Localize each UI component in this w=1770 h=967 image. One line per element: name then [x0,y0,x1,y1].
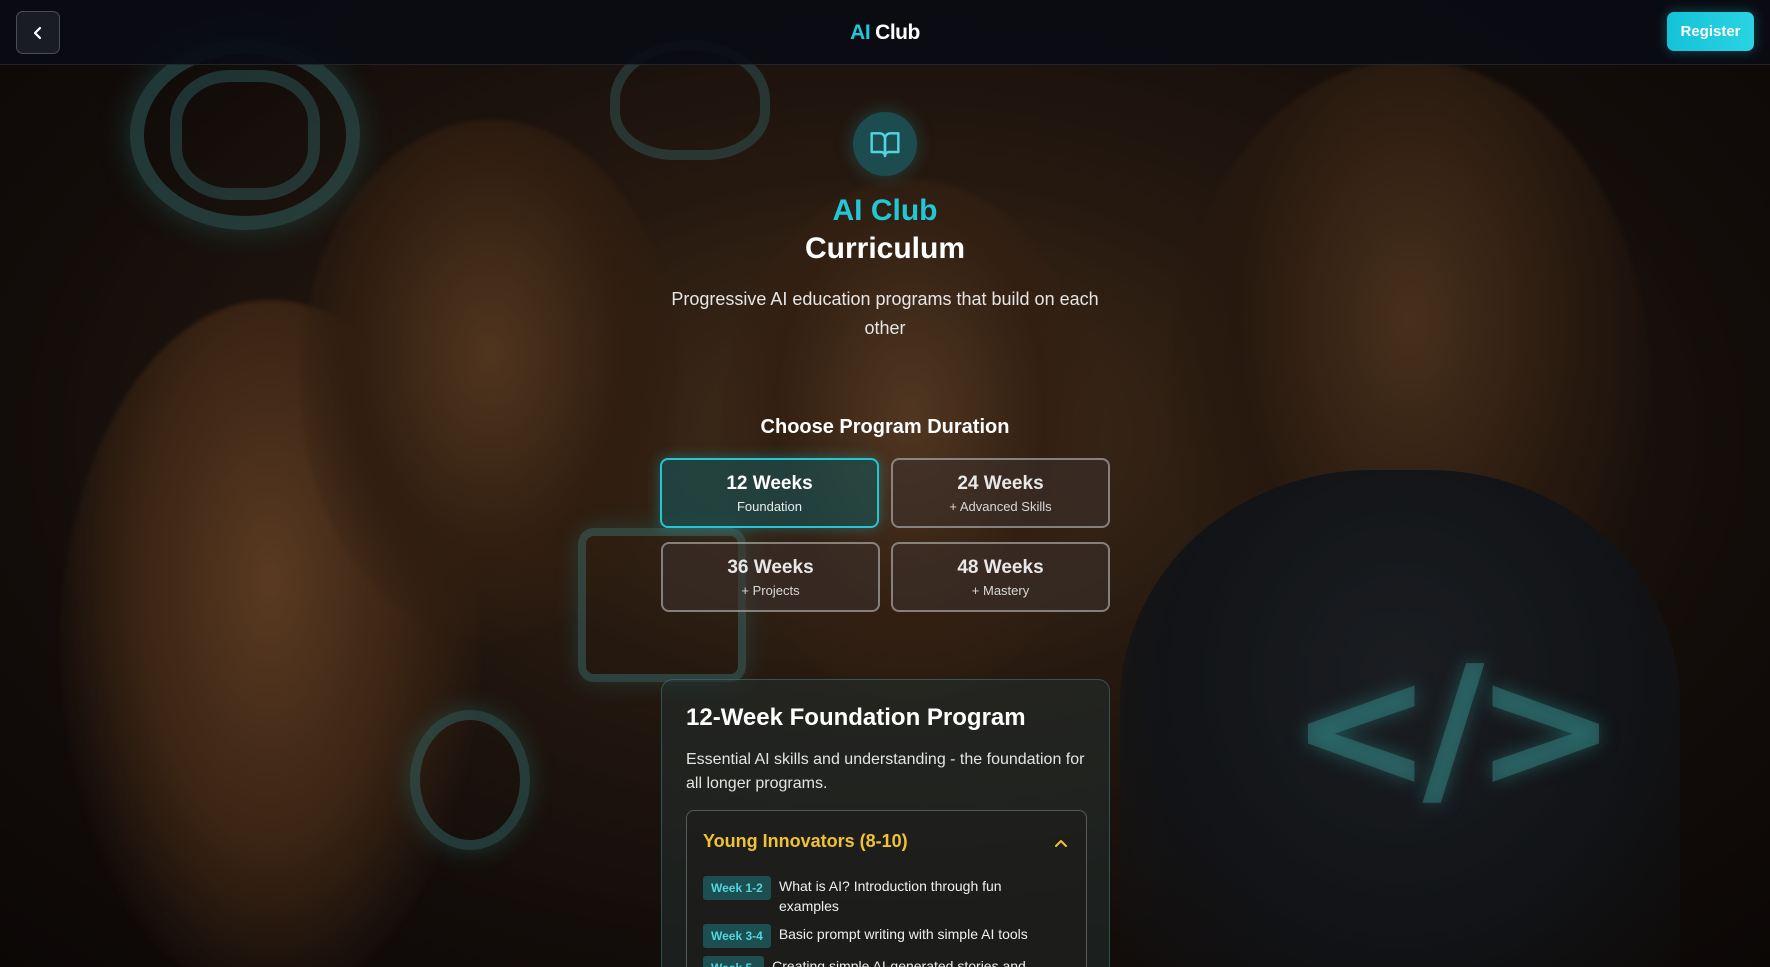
brand-ai-text: AI [850,20,871,44]
duration-subtitle: + Mastery [971,582,1030,598]
age-group-accordion[interactable]: Young Innovators (8-10) Week 1-2 What is… [686,810,1087,967]
duration-heading: Choose Program Duration [760,416,1010,438]
week-tag: Week 5- [703,956,765,967]
top-bar: AI Club Register [0,0,1770,65]
brand-club-text: Club [875,20,920,44]
chevron-up-icon[interactable] [1054,838,1068,848]
duration-subtitle: + Projects [741,582,800,598]
week-tag: Week 1-2 [703,876,771,900]
brand-logo[interactable]: AI Club [0,0,1770,65]
program-title: 12-Week Foundation Program [686,704,1026,731]
week-text: Basic prompt writing with simple AI tool… [778,926,1028,942]
duration-weeks: 36 Weeks [727,556,814,578]
duration-option-48-weeks[interactable]: 48 Weeks + Mastery [891,542,1110,612]
age-group-title: Young Innovators (8-10) [703,831,908,851]
duration-weeks: 12 Weeks [726,472,813,494]
program-description: Essential AI skills and understanding - … [686,751,1085,792]
week-item: Week 3-4 Basic prompt writing with simpl… [703,924,1028,948]
week-tag: Week 3-4 [703,924,771,948]
page-subtitle: Progressive AI education programs that b… [671,289,1099,338]
book-open-icon [870,132,900,158]
week-item: Week 1-2 What is AI? Introduction throug… [703,876,1029,916]
duration-weeks: 48 Weeks [957,556,1044,578]
duration-subtitle: + Advanced Skills [949,498,1052,514]
duration-option-24-weeks[interactable]: 24 Weeks + Advanced Skills [891,458,1110,528]
page-title-accent: AI Club [832,194,938,227]
duration-weeks: 24 Weeks [957,472,1044,494]
program-card: 12-Week Foundation Program Essential AI … [661,679,1110,967]
duration-option-36-weeks[interactable]: 36 Weeks + Projects [661,542,880,612]
duration-subtitle: Foundation [736,498,803,514]
book-badge [853,112,917,176]
page-title: Curriculum [804,232,966,265]
register-button[interactable]: Register [1667,12,1754,51]
week-text: What is AI? Introduction through fun exa… [779,878,1002,914]
week-text: Creating simple AI-generated stories and [772,958,1026,967]
week-item: Week 5- Creating simple AI-generated sto… [703,956,1026,967]
curriculum-main: AI Club Curriculum Progressive AI educat… [0,65,1770,967]
duration-option-12-weeks[interactable]: 12 Weeks Foundation [660,458,879,528]
